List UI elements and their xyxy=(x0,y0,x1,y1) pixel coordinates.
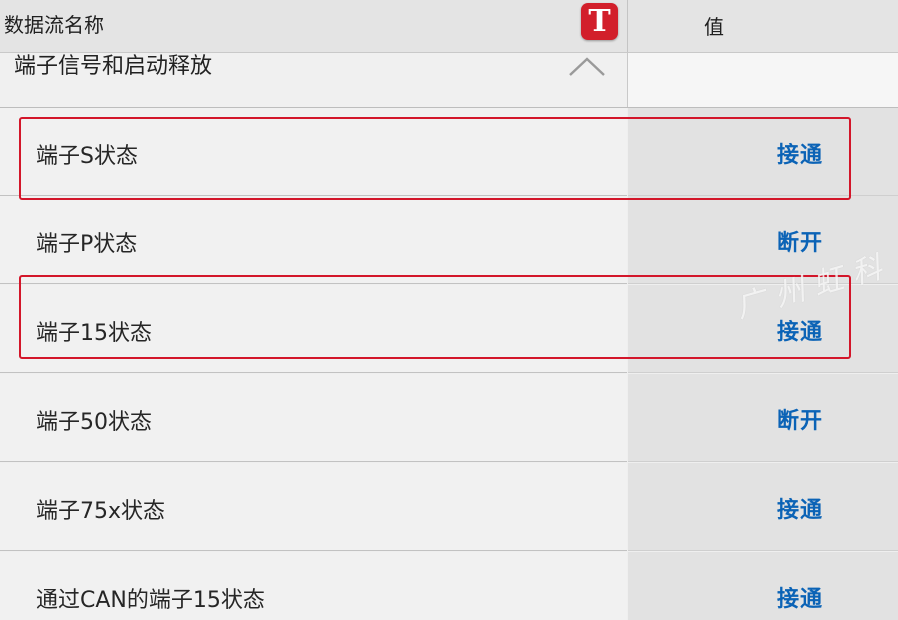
table-row[interactable]: 通过CAN的端子15状态 接通 xyxy=(0,552,898,620)
table-row[interactable]: 端子50状态 断开 xyxy=(0,374,898,462)
row-value: 接通 xyxy=(777,498,824,523)
table-row[interactable]: 端子75x状态 接通 xyxy=(0,463,898,551)
value-column-header: 值 xyxy=(628,11,898,40)
row-value-cell: 接通 xyxy=(628,552,898,620)
row-name: 端子P状态 xyxy=(36,232,138,257)
group-value-cell xyxy=(628,53,898,107)
data-stream-screen: 数据流名称 T 值 端子信号和启动释放 端子S状态 接通 端子P状态 断开 端子… xyxy=(0,0,898,620)
row-value: 断开 xyxy=(777,231,824,256)
row-name: 端子75x状态 xyxy=(36,499,166,524)
name-column-header: 数据流名称 xyxy=(4,13,104,37)
highlight-frame-terminal-s xyxy=(19,117,851,200)
row-name-cell: 通过CAN的端子15状态 xyxy=(0,552,627,620)
value-column-header-label: 值 xyxy=(704,15,724,39)
row-name-cell: 端子50状态 xyxy=(0,374,627,462)
chevron-up-icon[interactable] xyxy=(567,55,607,77)
row-value-cell: 断开 xyxy=(628,374,898,462)
row-value: 接通 xyxy=(777,587,824,612)
group-label: 端子信号和启动释放 xyxy=(14,54,213,79)
row-name-cell: 端子P状态 xyxy=(0,196,627,284)
row-name-cell: 端子75x状态 xyxy=(0,463,627,551)
table-row[interactable]: 端子P状态 断开 xyxy=(0,196,898,284)
row-name: 通过CAN的端子15状态 xyxy=(36,588,265,613)
table-header: 数据流名称 T 值 xyxy=(0,0,898,53)
row-name: 端子50状态 xyxy=(36,410,152,435)
group-row[interactable]: 端子信号和启动释放 xyxy=(0,53,898,108)
highlight-frame-terminal-15 xyxy=(19,275,851,359)
group-name-cell: 端子信号和启动释放 xyxy=(0,53,628,107)
t-letter-icon[interactable]: T xyxy=(581,3,618,40)
row-value: 断开 xyxy=(777,409,824,434)
row-value-cell: 接通 xyxy=(628,463,898,551)
